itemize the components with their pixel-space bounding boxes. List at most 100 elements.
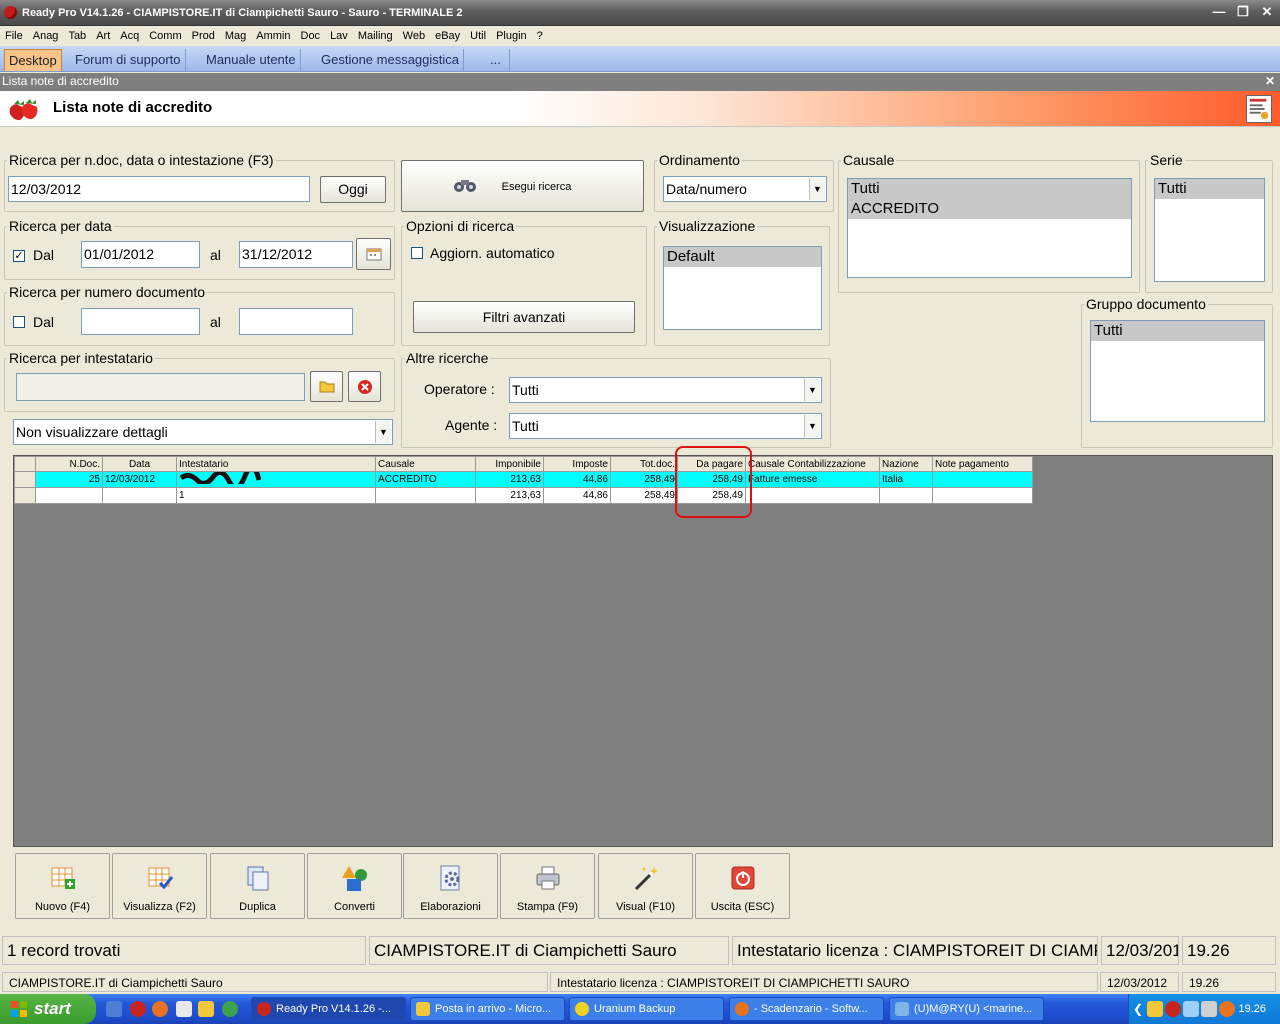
doc-group-list[interactable]: Tutti xyxy=(1090,320,1265,422)
calendar-button[interactable] xyxy=(356,238,391,270)
duplicate-button[interactable]: Duplica xyxy=(210,853,305,919)
tab-manual[interactable]: Manuale utente xyxy=(202,49,301,71)
tab-forum[interactable]: Forum di supporto xyxy=(71,49,186,71)
chevron-down-icon[interactable]: ▼ xyxy=(375,421,391,443)
col-causale[interactable]: Causale xyxy=(375,456,476,472)
operator-select[interactable]: Tutti ▼ xyxy=(509,377,822,403)
doc-to-input[interactable] xyxy=(239,308,353,335)
task-scadenzario[interactable]: - Scadenzario - Softw... xyxy=(729,997,884,1021)
menu-ebay[interactable]: eBay xyxy=(430,26,465,46)
col-causale-cont[interactable]: Causale Contabilizzazione xyxy=(745,456,880,472)
menu-mailing[interactable]: Mailing xyxy=(353,26,398,46)
table-row[interactable]: 25 12/03/2012 ACCREDITO 213,63 44,86 258… xyxy=(14,471,1033,488)
row-selector[interactable] xyxy=(14,487,36,504)
visual-button[interactable]: Visual (F10) xyxy=(598,853,693,919)
menu-tab[interactable]: Tab xyxy=(63,26,91,46)
menu-lav[interactable]: Lav xyxy=(325,26,353,46)
quicklaunch-readypro-icon[interactable] xyxy=(130,1001,146,1017)
task-outlook[interactable]: Posta in arrivo - Micro... xyxy=(410,997,565,1021)
task-uranium[interactable]: Uranium Backup xyxy=(569,997,724,1021)
menu-prod[interactable]: Prod xyxy=(187,26,220,46)
subwindow-close-icon[interactable]: ✕ xyxy=(1265,73,1275,90)
col-imponibile[interactable]: Imponibile xyxy=(475,456,544,472)
close-icon[interactable]: ✕ xyxy=(1258,4,1276,21)
doc-number-checkbox[interactable] xyxy=(13,316,25,328)
col-totdoc[interactable]: Tot.doc. xyxy=(610,456,678,472)
quicklaunch-notepad-icon[interactable] xyxy=(176,1001,192,1017)
task-messenger[interactable]: (U)M@RY(U) <marine... xyxy=(889,997,1044,1021)
col-intestatario[interactable]: Intestatario xyxy=(176,456,376,472)
causale-item-accredito[interactable]: ACCREDITO xyxy=(848,199,1131,219)
menu-doc[interactable]: Doc xyxy=(296,26,326,46)
minimize-icon[interactable]: — xyxy=(1210,4,1228,21)
menu-anag[interactable]: Anag xyxy=(28,26,64,46)
date-filter-checkbox[interactable]: ✓ xyxy=(13,250,25,262)
tab-desktop[interactable]: Desktop xyxy=(4,49,62,71)
start-button[interactable]: start xyxy=(0,994,96,1024)
view-item-default[interactable]: Default xyxy=(664,247,821,267)
quicklaunch-mail-icon[interactable] xyxy=(198,1001,214,1017)
processing-button[interactable]: Elaborazioni xyxy=(403,853,498,919)
browse-holder-button[interactable] xyxy=(310,371,343,402)
details-select[interactable]: Non visualizzare dettagli ▼ xyxy=(13,419,393,445)
causale-list[interactable]: Tutti ACCREDITO xyxy=(847,178,1132,278)
col-ndoc[interactable]: N.Doc. xyxy=(35,456,103,472)
advanced-filters-button[interactable]: Filtri avanzati xyxy=(413,301,635,333)
quicklaunch-ie-icon[interactable] xyxy=(106,1001,122,1017)
agent-select[interactable]: Tutti ▼ xyxy=(509,413,822,439)
serie-list[interactable]: Tutti xyxy=(1154,178,1265,282)
quicklaunch-chrome-icon[interactable] xyxy=(222,1001,238,1017)
new-button[interactable]: Nuovo (F4) xyxy=(15,853,110,919)
quicklaunch-firefox-icon[interactable] xyxy=(152,1001,168,1017)
task-readypro[interactable]: Ready Pro V14.1.26 -... xyxy=(251,997,406,1021)
menu-acq[interactable]: Acq xyxy=(115,26,144,46)
menu-file[interactable]: File xyxy=(0,26,28,46)
causale-item-tutti[interactable]: Tutti xyxy=(848,179,1131,199)
today-button[interactable]: Oggi xyxy=(320,176,386,203)
chevron-down-icon[interactable]: ▼ xyxy=(804,415,820,437)
tray-mail-icon[interactable] xyxy=(1147,1001,1163,1017)
table-row[interactable]: 1 213,63 44,86 258,49 258,49 xyxy=(14,487,1033,504)
date-to-input[interactable]: 31/12/2012 xyxy=(239,241,353,268)
menu-web[interactable]: Web xyxy=(398,26,430,46)
tray-app-icon[interactable] xyxy=(1219,1001,1235,1017)
tray-network-icon[interactable] xyxy=(1183,1001,1199,1017)
serie-item-tutti[interactable]: Tutti xyxy=(1155,179,1264,199)
row-selector[interactable] xyxy=(14,471,36,488)
tab-more[interactable]: ... xyxy=(482,49,510,71)
print-button[interactable]: Stampa (F9) xyxy=(500,853,595,919)
tab-messaging[interactable]: Gestione messaggistica xyxy=(317,49,465,71)
col-imposte[interactable]: Imposte xyxy=(543,456,611,472)
auto-update-checkbox[interactable] xyxy=(411,247,423,259)
order-select[interactable]: Data/numero ▼ xyxy=(663,176,827,202)
date-from-input[interactable]: 01/01/2012 xyxy=(81,241,200,268)
convert-button[interactable]: Converti xyxy=(307,853,402,919)
col-data[interactable]: Data xyxy=(102,456,177,472)
tray-expand-icon[interactable]: ❮ xyxy=(1133,994,1143,1024)
menu-ammin[interactable]: Ammin xyxy=(251,26,295,46)
menu-mag[interactable]: Mag xyxy=(220,26,251,46)
clear-holder-button[interactable] xyxy=(348,371,381,402)
holder-input[interactable] xyxy=(16,373,305,401)
menu-plugin[interactable]: Plugin xyxy=(491,26,532,46)
menu-comm[interactable]: Comm xyxy=(144,26,186,46)
results-grid-area[interactable]: N.Doc. Data Intestatario Causale Imponib… xyxy=(13,455,1273,847)
view-list[interactable]: Default xyxy=(663,246,822,330)
col-nazione[interactable]: Nazione xyxy=(879,456,933,472)
exit-button[interactable]: Uscita (ESC) xyxy=(695,853,790,919)
report-icon[interactable] xyxy=(1246,95,1272,123)
menu-art[interactable]: Art xyxy=(91,26,115,46)
chevron-down-icon[interactable]: ▼ xyxy=(804,379,820,401)
execute-search-button[interactable]: Esegui ricerca xyxy=(401,160,644,212)
view-button[interactable]: Visualizza (F2) xyxy=(112,853,207,919)
search-input[interactable]: 12/03/2012 xyxy=(8,176,310,202)
restore-icon[interactable]: ❐ xyxy=(1234,4,1252,21)
tray-search-icon[interactable] xyxy=(1201,1001,1217,1017)
doc-from-input[interactable] xyxy=(81,308,200,335)
menu-util[interactable]: Util xyxy=(465,26,491,46)
chevron-down-icon[interactable]: ▼ xyxy=(809,178,825,200)
col-note[interactable]: Note pagamento xyxy=(932,456,1033,472)
tray-readypro-icon[interactable] xyxy=(1165,1001,1181,1017)
menu-help[interactable]: ? xyxy=(532,26,548,46)
doc-group-item-tutti[interactable]: Tutti xyxy=(1091,321,1264,341)
